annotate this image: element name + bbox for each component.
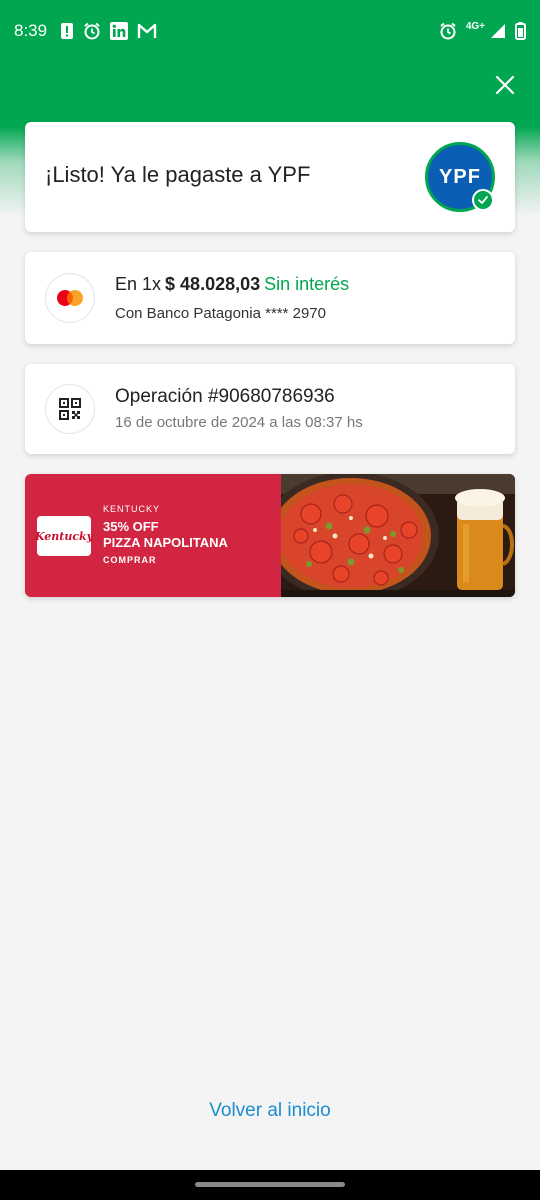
battery-icon (515, 22, 526, 40)
close-icon (495, 75, 515, 100)
promo-texts: KENTUCKY 35% OFF PIZZA NAPOLITANA COMPRA… (103, 504, 228, 565)
close-button[interactable] (490, 72, 520, 102)
promo-info: Kentucky KENTUCKY 35% OFF PIZZA NAPOLITA… (25, 474, 281, 597)
network-type: 4G+ (465, 20, 485, 32)
home-gesture-handle[interactable] (195, 1182, 345, 1187)
mastercard-icon (45, 273, 95, 323)
merchant-logo: YPF (425, 142, 495, 212)
gmail-icon (137, 23, 157, 39)
kentucky-logo-text: Kentucky (34, 529, 94, 543)
operation-card: Operación #90680786936 16 de octubre de … (25, 364, 515, 454)
operation-number: Operación #90680786936 (115, 386, 335, 407)
promo-banner[interactable]: Kentucky KENTUCKY 35% OFF PIZZA NAPOLITA… (25, 474, 515, 597)
back-to-home-link[interactable]: Volver al inicio (0, 1100, 540, 1122)
status-bar-right: 4G+ (439, 20, 526, 40)
bank-label: Con Banco Patagonia **** 2970 (115, 305, 326, 322)
pizza-image (263, 474, 515, 597)
status-bar: 8:39 4G+ (0, 0, 540, 62)
linkedin-icon (110, 22, 129, 40)
payment-summary: En 1x $ 48.028,03 Sin interés (115, 274, 349, 295)
promo-brand: KENTUCKY (103, 504, 161, 514)
promo-cta[interactable]: COMPRAR (103, 555, 228, 565)
interest-label: Sin interés (264, 274, 350, 294)
success-card: ¡Listo! Ya le pagaste a YPF YPF (25, 122, 515, 232)
promo-discount: 35% OFF (103, 519, 159, 534)
merchant-logo-text: YPF (439, 165, 481, 188)
status-time: 8:39 (14, 21, 48, 40)
success-title: ¡Listo! Ya le pagaste a YPF (45, 162, 311, 187)
installments-label: En 1x (115, 274, 162, 294)
check-badge-icon (472, 189, 494, 211)
promo-product: PIZZA NAPOLITANA (103, 535, 228, 550)
signal-icon (490, 23, 506, 39)
qr-code-icon (45, 384, 95, 434)
alert-icon (60, 22, 74, 40)
payment-card: En 1x $ 48.028,03 Sin interés Con Banco Pa… (25, 252, 515, 344)
alarm-icon (83, 22, 101, 40)
payment-amount: $ 48.028,03 (165, 274, 261, 294)
header (0, 62, 540, 126)
kentucky-logo: Kentucky (34, 516, 94, 556)
navigation-bar (0, 1170, 540, 1200)
status-bar-left: 8:39 (14, 21, 157, 41)
operation-date: 16 de octubre de 2024 a las 08:37 hs (115, 414, 363, 431)
alarm-icon (439, 22, 457, 40)
